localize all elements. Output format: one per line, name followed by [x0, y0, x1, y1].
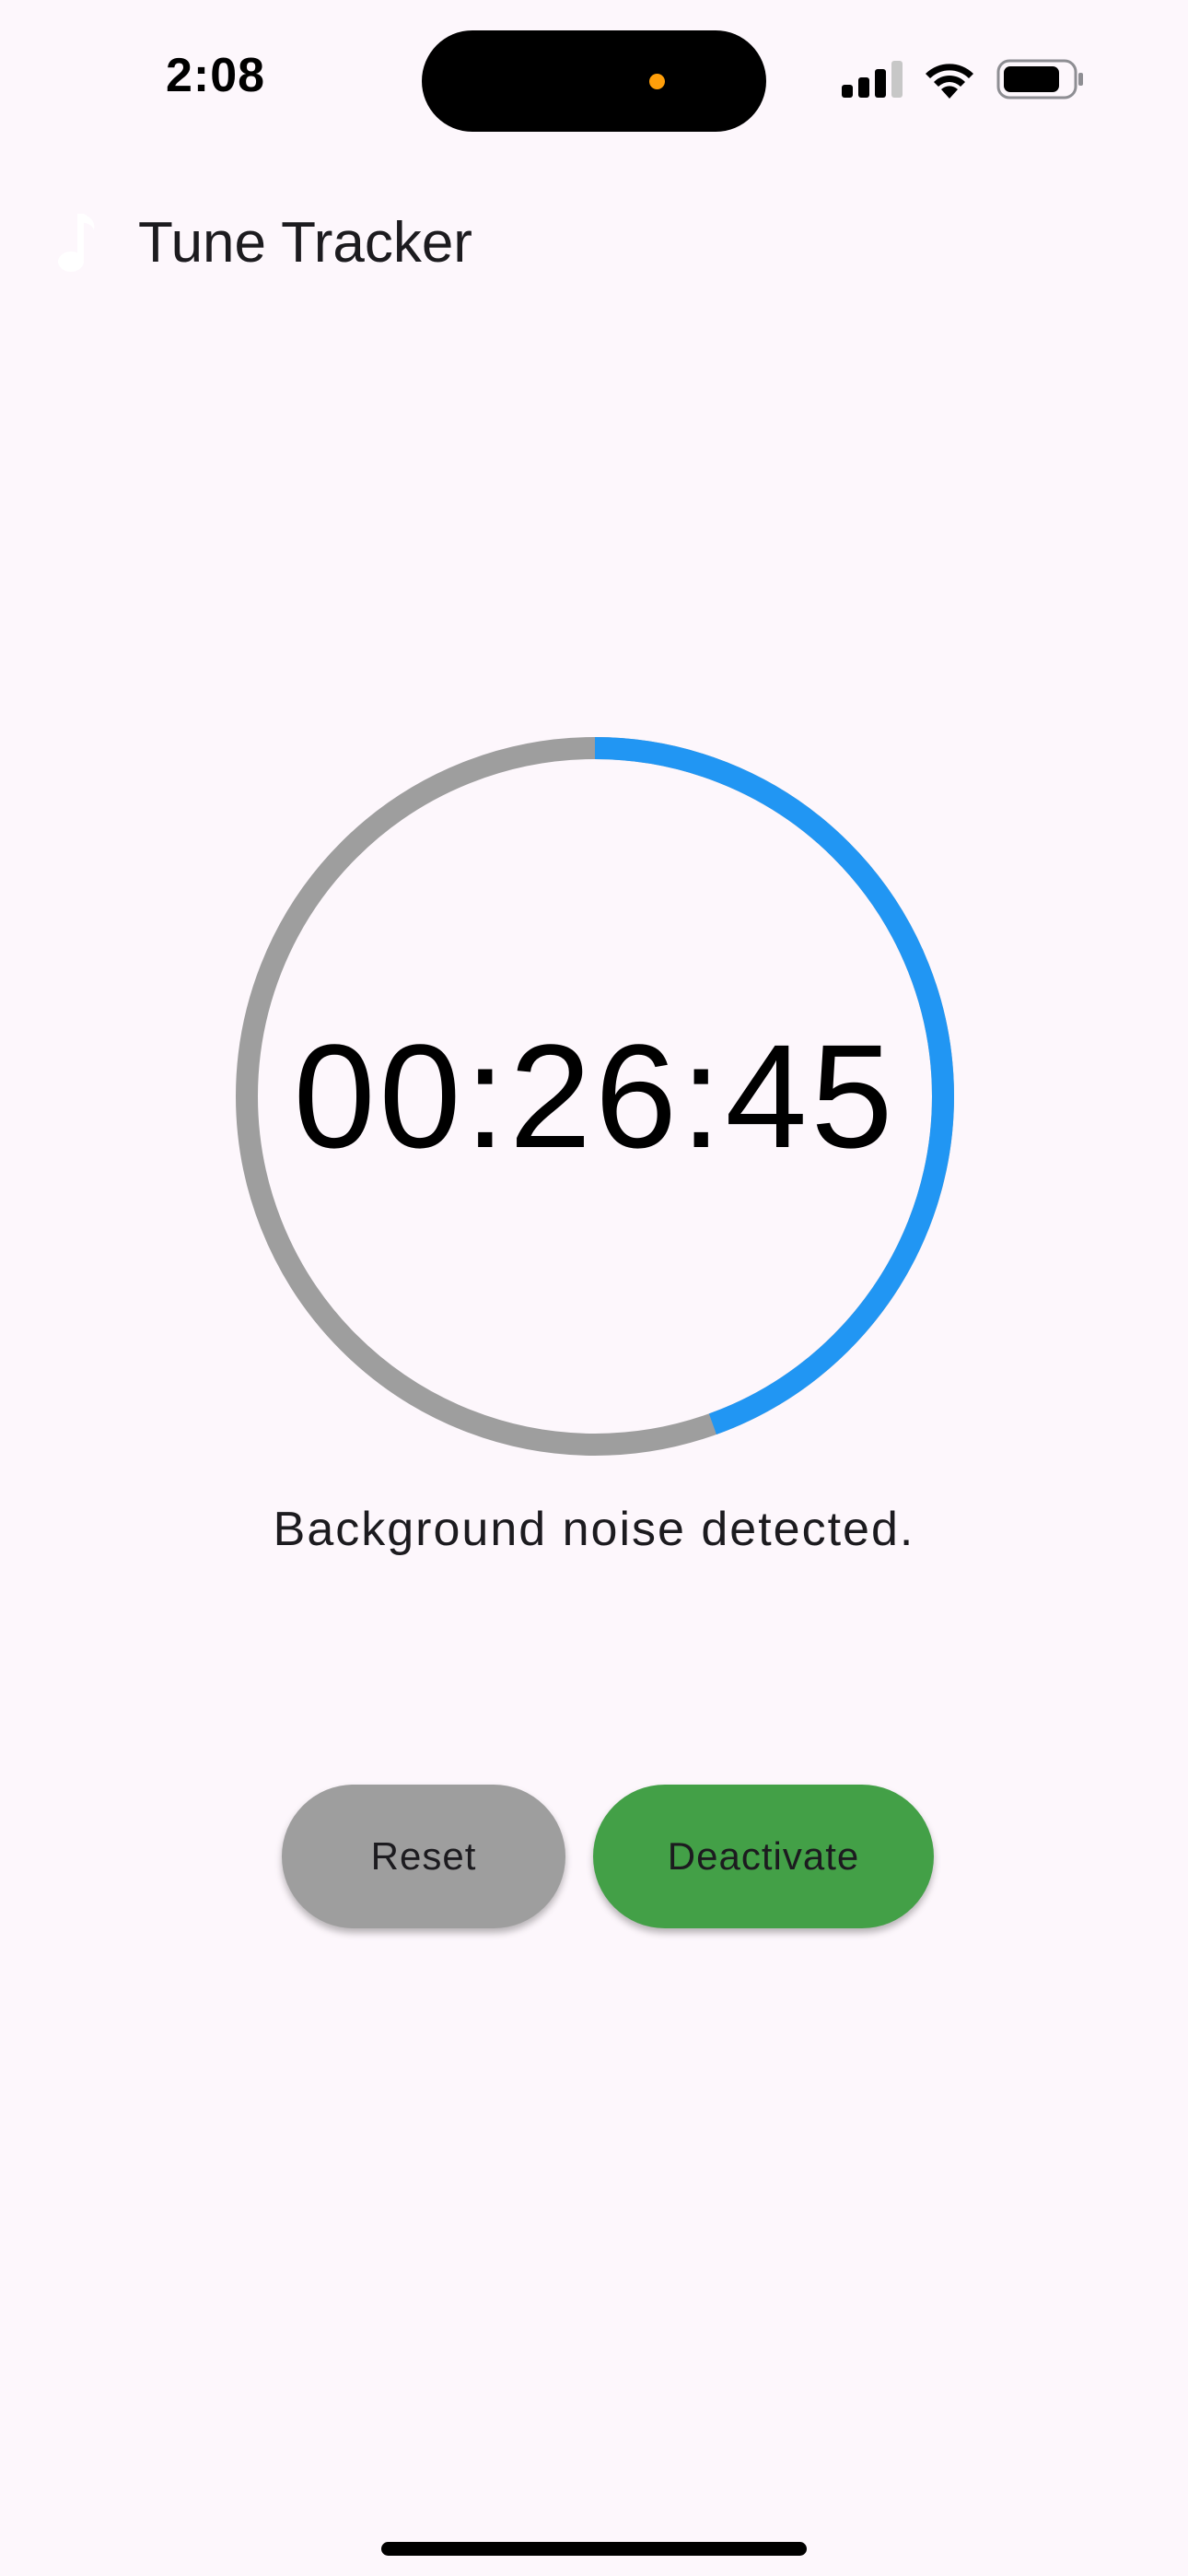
- action-buttons: Reset Deactivate: [0, 1785, 1188, 1928]
- timer-time-text: 00:26:45: [293, 1013, 897, 1178]
- status-message: Background noise detected.: [273, 1503, 915, 1556]
- battery-icon: [996, 59, 1085, 100]
- status-time: 2:08: [166, 49, 266, 102]
- recording-indicator-dot: [649, 74, 665, 89]
- status-bar: 2:08: [0, 0, 1188, 157]
- dynamic-island: [422, 30, 766, 132]
- home-indicator[interactable]: [381, 2542, 807, 2556]
- timer-display: 00:26:45: [236, 737, 954, 1456]
- cellular-signal-icon: [842, 61, 903, 98]
- app-title: Tune Tracker: [138, 211, 472, 275]
- status-icons: [842, 59, 1085, 100]
- reset-button[interactable]: Reset: [282, 1785, 565, 1928]
- deactivate-button[interactable]: Deactivate: [593, 1785, 934, 1928]
- music-note-icon: [55, 214, 98, 275]
- wifi-icon: [923, 60, 976, 99]
- app-bar: Tune Tracker: [0, 193, 1188, 295]
